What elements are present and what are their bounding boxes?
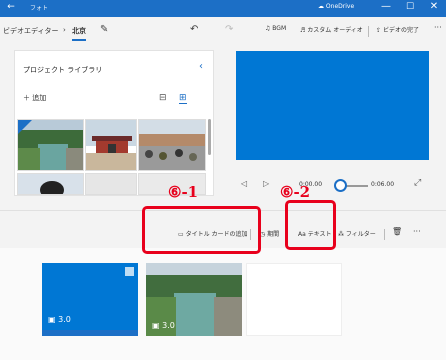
title-bar: ← フォト ☁ OneDrive — ☐ ✕: [0, 0, 446, 17]
library-thumbnail-statue[interactable]: [17, 173, 84, 195]
storyboard-card-2[interactable]: ▣ 3.0: [146, 263, 242, 336]
video-preview[interactable]: [236, 51, 429, 160]
card-duration: ▣ 3.0: [48, 315, 71, 324]
minimize-button[interactable]: —: [378, 1, 394, 12]
playback-bar: ◁ ▷ 0:00.00 0:06.00 ⤢: [236, 176, 436, 196]
more-options-button[interactable]: ···: [434, 23, 442, 32]
bgm-button[interactable]: ♫ BGM: [265, 25, 286, 32]
export-icon: ⇪: [376, 27, 383, 34]
grid-view-icon[interactable]: ⊞: [179, 93, 187, 104]
custom-audio-button[interactable]: ♬ カスタム オーディオ: [300, 25, 363, 34]
filter-button[interactable]: ⁂ フィルター: [338, 229, 376, 238]
crowd-photo: [139, 120, 205, 170]
back-arrow-icon[interactable]: ←: [4, 2, 18, 12]
library-scrollbar[interactable]: [208, 119, 211, 155]
total-time: 0:06.00: [371, 181, 395, 188]
toolbar-divider: [368, 26, 369, 37]
card-duration: ▣ 3.0: [152, 321, 175, 330]
breadcrumb-video-editor[interactable]: ビデオエディター: [3, 26, 59, 36]
breadcrumb-separator: ›: [63, 26, 66, 34]
library-thumbnail-empty-1[interactable]: [85, 173, 137, 195]
library-title: プロジェクト ライブラリ: [23, 66, 103, 74]
add-media-button[interactable]: ＋ 追加: [23, 93, 46, 103]
image-icon: ▣: [152, 321, 163, 330]
more-actions-button[interactable]: ···: [413, 227, 421, 236]
storyboard-card-1[interactable]: ▣ 3.0: [42, 263, 138, 336]
plus-icon: ＋: [23, 94, 33, 102]
highlight-add-title-card: [142, 206, 261, 254]
seek-thumb[interactable]: [334, 179, 347, 192]
annotation-label-1: ⑥-1: [168, 183, 199, 201]
library-thumbnail-crowd[interactable]: [138, 119, 206, 171]
breadcrumb-project-name: 北京: [72, 26, 86, 41]
annotation-label-2: ⑥-2: [280, 183, 311, 201]
rename-pencil-icon[interactable]: ✎: [100, 24, 108, 35]
undo-icon[interactable]: ↶: [190, 24, 198, 35]
card-checkbox[interactable]: [125, 267, 134, 276]
image-icon: ▣: [48, 315, 59, 324]
play-icon[interactable]: ▷: [263, 179, 269, 188]
highlight-text-button: [285, 200, 336, 250]
close-button[interactable]: ✕: [426, 1, 442, 12]
gate-photo: [86, 120, 136, 170]
editor-toolbar: ビデオエディター › 北京 ✎ ↶ ↷ ♫ BGM ♬ カスタム オーディオ ⇪…: [0, 17, 446, 47]
finish-video-button[interactable]: ⇪ ビデオの完了: [376, 25, 419, 34]
app-name: フォト: [30, 5, 49, 12]
redo-icon[interactable]: ↷: [225, 24, 233, 35]
storyboard-empty-slot[interactable]: [246, 263, 342, 336]
statue-photo: [18, 174, 83, 194]
step-back-icon[interactable]: ◁: [241, 179, 247, 188]
delete-icon[interactable]: 🗑: [392, 227, 402, 236]
canal-photo: [18, 120, 83, 170]
fullscreen-icon[interactable]: ⤢: [414, 178, 421, 188]
filter-icon: ⁂: [338, 231, 346, 238]
cloud-icon: ☁: [318, 3, 326, 10]
action-divider-2: [384, 229, 385, 240]
project-library-panel: プロジェクト ライブラリ ‹ ＋ 追加 ⊟ ⊞: [14, 50, 214, 196]
library-thumbnail-canal[interactable]: [17, 119, 84, 171]
maximize-button[interactable]: ☐: [402, 2, 418, 12]
onedrive-account[interactable]: ☁ OneDrive: [318, 3, 354, 10]
collapse-chevron-icon[interactable]: ‹: [199, 61, 203, 72]
library-thumbnail-gate[interactable]: [85, 119, 137, 171]
list-view-icon[interactable]: ⊟: [159, 93, 167, 103]
duration-button[interactable]: ◷ 期間: [260, 229, 279, 238]
storyboard: ▣ 3.0 ▣ 3.0: [0, 248, 446, 360]
